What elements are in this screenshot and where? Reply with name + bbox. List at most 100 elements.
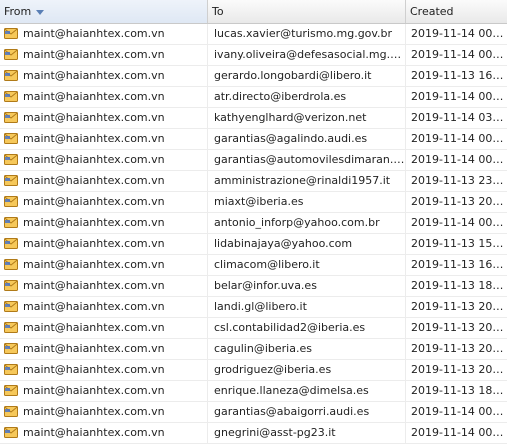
- cell-from[interactable]: maint@haianhtex.com.vn: [0, 108, 208, 128]
- cell-created-text: 2019-11-14 00:54: [411, 405, 507, 418]
- cell-from[interactable]: maint@haianhtex.com.vn: [0, 402, 208, 422]
- cell-to-text: grodriguez@iberia.es: [214, 363, 332, 376]
- cell-created[interactable]: 2019-11-14 00:49: [406, 87, 507, 107]
- column-header-created[interactable]: Created: [406, 0, 507, 23]
- cell-to[interactable]: garantias@agalindo.audi.es: [208, 129, 406, 149]
- table-row[interactable]: maint@haianhtex.com.vn lidabinajaya@yahoo…: [0, 234, 507, 255]
- cell-to[interactable]: climacom@libero.it: [208, 255, 406, 275]
- cell-created-text: 2019-11-14 00:54: [411, 132, 507, 145]
- cell-from[interactable]: maint@haianhtex.com.vn: [0, 45, 208, 65]
- cell-to[interactable]: lucas.xavier@turismo.mg.gov.br: [208, 24, 406, 44]
- cell-from-text: maint@haianhtex.com.vn: [23, 132, 165, 145]
- cell-created[interactable]: 2019-11-13 16:00: [406, 66, 507, 86]
- cell-to[interactable]: ivany.oliveira@defesasocial.mg.gov.br: [208, 45, 406, 65]
- table-row[interactable]: maint@haianhtex.com.vn garantias@agalindo…: [0, 129, 507, 150]
- cell-to[interactable]: garantias@automovilesdimaran.aud...: [208, 150, 406, 170]
- envelope-icon: [4, 278, 18, 291]
- cell-created[interactable]: 2019-11-13 23:47: [406, 171, 507, 191]
- cell-created[interactable]: 2019-11-14 00:33: [406, 24, 507, 44]
- envelope-icon: [4, 194, 18, 207]
- cell-created-text: 2019-11-13 18:26: [411, 384, 507, 397]
- cell-to[interactable]: csl.contabilidad2@iberia.es: [208, 318, 406, 338]
- table-row[interactable]: maint@haianhtex.com.vn gerardo.longobardi…: [0, 66, 507, 87]
- cell-from[interactable]: maint@haianhtex.com.vn: [0, 318, 208, 338]
- cell-created-text: 2019-11-13 18:26: [411, 279, 507, 292]
- table-row[interactable]: maint@haianhtex.com.vn climacom@libero.it…: [0, 255, 507, 276]
- column-header-to[interactable]: To: [208, 0, 406, 23]
- table-row[interactable]: maint@haianhtex.com.vn antonio_inforp@yah…: [0, 213, 507, 234]
- cell-created[interactable]: 2019-11-14 00:54: [406, 402, 507, 422]
- cell-to[interactable]: gnegrini@asst-pg23.it: [208, 423, 406, 443]
- cell-to[interactable]: grodriguez@iberia.es: [208, 360, 406, 380]
- cell-from[interactable]: maint@haianhtex.com.vn: [0, 276, 208, 296]
- cell-to[interactable]: cagulin@iberia.es: [208, 339, 406, 359]
- table-row[interactable]: maint@haianhtex.com.vn garantias@abaigorr…: [0, 402, 507, 423]
- cell-to[interactable]: enrique.llaneza@dimelsa.es: [208, 381, 406, 401]
- cell-created[interactable]: 2019-11-14 00:54: [406, 129, 507, 149]
- cell-from[interactable]: maint@haianhtex.com.vn: [0, 171, 208, 191]
- cell-created[interactable]: 2019-11-13 20:21: [406, 192, 507, 212]
- cell-created[interactable]: 2019-11-13 16:08: [406, 255, 507, 275]
- cell-created[interactable]: 2019-11-14 03:50: [406, 108, 507, 128]
- table-row[interactable]: maint@haianhtex.com.vn cagulin@iberia.es 2…: [0, 339, 507, 360]
- cell-from-text: maint@haianhtex.com.vn: [23, 153, 165, 166]
- cell-created[interactable]: 2019-11-13 18:26: [406, 276, 507, 296]
- cell-from[interactable]: maint@haianhtex.com.vn: [0, 150, 208, 170]
- cell-to[interactable]: gerardo.longobardi@libero.it: [208, 66, 406, 86]
- cell-to[interactable]: belar@infor.uva.es: [208, 276, 406, 296]
- cell-to[interactable]: antonio_inforp@yahoo.com.br: [208, 213, 406, 233]
- cell-to[interactable]: amministrazione@rinaldi1957.it: [208, 171, 406, 191]
- cell-from[interactable]: maint@haianhtex.com.vn: [0, 381, 208, 401]
- cell-to[interactable]: miaxt@iberia.es: [208, 192, 406, 212]
- cell-from[interactable]: maint@haianhtex.com.vn: [0, 360, 208, 380]
- cell-from[interactable]: maint@haianhtex.com.vn: [0, 87, 208, 107]
- cell-to[interactable]: garantias@abaigorri.audi.es: [208, 402, 406, 422]
- envelope-icon: [4, 299, 18, 312]
- envelope-icon: [4, 320, 18, 333]
- cell-created[interactable]: 2019-11-13 20:22: [406, 339, 507, 359]
- cell-to[interactable]: lidabinajaya@yahoo.com: [208, 234, 406, 254]
- column-header-from[interactable]: From: [0, 0, 208, 23]
- cell-from[interactable]: maint@haianhtex.com.vn: [0, 213, 208, 233]
- table-row[interactable]: maint@haianhtex.com.vn landi.gl@libero.it…: [0, 297, 507, 318]
- cell-from[interactable]: maint@haianhtex.com.vn: [0, 129, 208, 149]
- cell-created[interactable]: 2019-11-14 00:54: [406, 423, 507, 443]
- cell-from[interactable]: maint@haianhtex.com.vn: [0, 234, 208, 254]
- cell-created[interactable]: 2019-11-13 20:17: [406, 297, 507, 317]
- cell-created[interactable]: 2019-11-14 00:41: [406, 213, 507, 233]
- cell-from[interactable]: maint@haianhtex.com.vn: [0, 339, 208, 359]
- cell-created[interactable]: 2019-11-13 20:22: [406, 360, 507, 380]
- table-row[interactable]: maint@haianhtex.com.vn lucas.xavier@turis…: [0, 24, 507, 45]
- grid-header: From To Created: [0, 0, 507, 24]
- table-row[interactable]: maint@haianhtex.com.vn atr.directo@iberdr…: [0, 87, 507, 108]
- table-row[interactable]: maint@haianhtex.com.vn enrique.llaneza@di…: [0, 381, 507, 402]
- table-row[interactable]: maint@haianhtex.com.vn ivany.oliveira@def…: [0, 45, 507, 66]
- cell-created[interactable]: 2019-11-13 20:21: [406, 318, 507, 338]
- table-row[interactable]: maint@haianhtex.com.vn csl.contabilidad2@…: [0, 318, 507, 339]
- cell-to[interactable]: landi.gl@libero.it: [208, 297, 406, 317]
- cell-created[interactable]: 2019-11-13 18:26: [406, 381, 507, 401]
- cell-from-text: maint@haianhtex.com.vn: [23, 27, 165, 40]
- cell-created[interactable]: 2019-11-14 00:54: [406, 150, 507, 170]
- cell-created[interactable]: 2019-11-13 15:55: [406, 234, 507, 254]
- cell-to[interactable]: atr.directo@iberdrola.es: [208, 87, 406, 107]
- column-header-from-label: From: [4, 5, 32, 18]
- cell-from[interactable]: maint@haianhtex.com.vn: [0, 192, 208, 212]
- cell-from[interactable]: maint@haianhtex.com.vn: [0, 24, 208, 44]
- cell-to[interactable]: kathyenglhard@verizon.net: [208, 108, 406, 128]
- table-row[interactable]: maint@haianhtex.com.vn gnegrini@asst-pg23…: [0, 423, 507, 444]
- cell-from[interactable]: maint@haianhtex.com.vn: [0, 423, 208, 443]
- cell-to-text: kathyenglhard@verizon.net: [214, 111, 367, 124]
- cell-from[interactable]: maint@haianhtex.com.vn: [0, 66, 208, 86]
- envelope-icon: [4, 404, 18, 417]
- table-row[interactable]: maint@haianhtex.com.vn amministrazione@ri…: [0, 171, 507, 192]
- cell-from[interactable]: maint@haianhtex.com.vn: [0, 297, 208, 317]
- table-row[interactable]: maint@haianhtex.com.vn miaxt@iberia.es 201…: [0, 192, 507, 213]
- table-row[interactable]: maint@haianhtex.com.vn garantias@automovi…: [0, 150, 507, 171]
- cell-created[interactable]: 2019-11-14 00:33: [406, 45, 507, 65]
- table-row[interactable]: maint@haianhtex.com.vn belar@infor.uva.es…: [0, 276, 507, 297]
- cell-from[interactable]: maint@haianhtex.com.vn: [0, 255, 208, 275]
- table-row[interactable]: maint@haianhtex.com.vn grodriguez@iberia.…: [0, 360, 507, 381]
- table-row[interactable]: maint@haianhtex.com.vn kathyenglhard@veri…: [0, 108, 507, 129]
- cell-created-text: 2019-11-14 00:41: [411, 216, 507, 229]
